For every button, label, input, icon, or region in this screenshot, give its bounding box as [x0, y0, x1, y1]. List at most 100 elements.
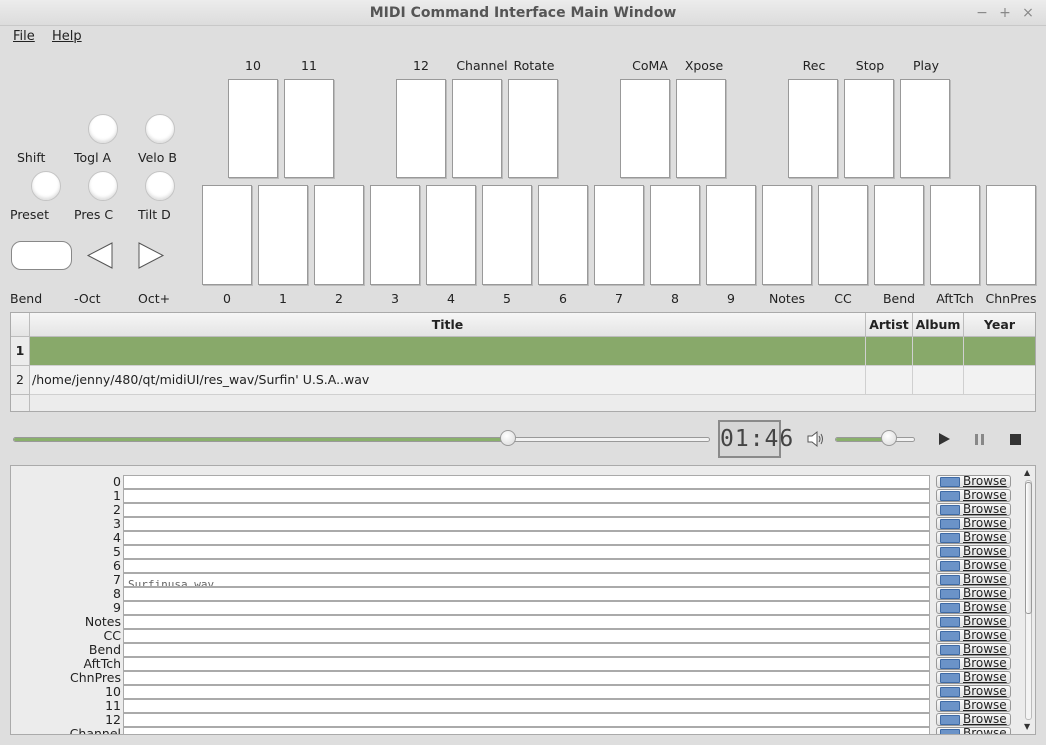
pad-play[interactable] [900, 79, 950, 178]
bend-wheel[interactable] [11, 241, 72, 270]
browse-button[interactable]: Browse [936, 559, 1011, 572]
knob-tilt-d[interactable] [145, 171, 175, 201]
browse-button[interactable]: Browse [936, 727, 1011, 734]
vertical-scrollbar[interactable]: ▲ ▼ [1023, 468, 1034, 732]
pad-2[interactable] [314, 185, 364, 285]
browse-button[interactable]: Browse [936, 629, 1011, 642]
menu-help[interactable]: Help [52, 29, 82, 44]
browse-button[interactable]: Browse [936, 587, 1011, 600]
pad-10[interactable] [228, 79, 278, 178]
volume-slider[interactable] [835, 437, 915, 442]
browse-button[interactable]: Browse [936, 615, 1011, 628]
scrollbar-thumb[interactable] [1025, 482, 1032, 614]
column-header-title[interactable]: Title [30, 313, 866, 337]
browse-button[interactable]: Browse [936, 545, 1011, 558]
browse-button[interactable]: Browse [936, 713, 1011, 726]
file-path-field[interactable] [123, 587, 930, 601]
pad-0[interactable] [202, 185, 252, 285]
row-header-1[interactable]: 1 [11, 337, 30, 366]
table-cell-album[interactable] [913, 337, 964, 366]
table-cell-album[interactable] [913, 366, 964, 395]
browse-button[interactable]: Browse [936, 573, 1011, 586]
pad-7[interactable] [594, 185, 644, 285]
knob-pres-c[interactable] [88, 171, 118, 201]
file-path-field[interactable] [123, 685, 930, 699]
column-header-album[interactable]: Album [913, 313, 964, 337]
browse-button[interactable]: Browse [936, 671, 1011, 684]
pad-3[interactable] [370, 185, 420, 285]
table-cell-year[interactable] [964, 337, 1035, 366]
pad-6[interactable] [538, 185, 588, 285]
file-path-field[interactable] [123, 643, 930, 657]
file-path-field[interactable] [123, 727, 930, 734]
browse-button[interactable]: Browse [936, 475, 1011, 488]
file-path-field[interactable] [123, 671, 930, 685]
pad-1[interactable] [258, 185, 308, 285]
pad-chnpres[interactable] [986, 185, 1036, 285]
pad-coma[interactable] [620, 79, 670, 178]
file-path-field[interactable] [123, 699, 930, 713]
scroll-up-icon[interactable]: ▲ [1024, 468, 1030, 477]
pad-cc[interactable] [818, 185, 868, 285]
maximize-icon[interactable]: + [996, 4, 1014, 22]
table-cell-title[interactable] [30, 337, 866, 366]
knob-velo-b[interactable] [145, 114, 175, 144]
pad-8[interactable] [650, 185, 700, 285]
file-path-field[interactable] [123, 517, 930, 531]
browse-button[interactable]: Browse [936, 531, 1011, 544]
file-path-field[interactable] [123, 531, 930, 545]
browse-button[interactable]: Browse [936, 643, 1011, 656]
pad-stop[interactable] [844, 79, 894, 178]
scroll-down-icon[interactable]: ▼ [1024, 722, 1030, 731]
play-icon[interactable] [935, 430, 955, 448]
file-path-field[interactable] [123, 629, 930, 643]
speaker-icon[interactable] [806, 430, 826, 451]
close-icon[interactable]: × [1019, 4, 1037, 22]
pad-notes[interactable] [762, 185, 812, 285]
menu-file[interactable]: File [13, 29, 35, 44]
browse-button[interactable]: Browse [936, 685, 1011, 698]
minimize-icon[interactable]: − [973, 4, 991, 22]
browse-button[interactable]: Browse [936, 601, 1011, 614]
octave-up-arrow-icon[interactable] [137, 241, 165, 270]
pad-bend[interactable] [874, 185, 924, 285]
stop-icon[interactable] [1006, 430, 1026, 448]
pad-afttch[interactable] [930, 185, 980, 285]
pad-rotate[interactable] [508, 79, 558, 178]
pause-icon[interactable] [970, 430, 990, 448]
file-path-field[interactable] [123, 559, 930, 573]
pad-11[interactable] [284, 79, 334, 178]
knob-togl-a[interactable] [88, 114, 118, 144]
file-path-field[interactable]: Surfinusa.wav [123, 573, 930, 587]
pad-12[interactable] [396, 79, 446, 178]
browse-button[interactable]: Browse [936, 699, 1011, 712]
file-path-field[interactable] [123, 601, 930, 615]
file-path-field[interactable] [123, 615, 930, 629]
row-header-2[interactable]: 2 [11, 366, 30, 395]
pad-5[interactable] [482, 185, 532, 285]
seek-slider-handle[interactable] [499, 430, 516, 446]
table-cell-artist[interactable] [866, 337, 913, 366]
knob-preset[interactable] [31, 171, 61, 201]
seek-slider[interactable] [13, 437, 710, 442]
pad-xpose[interactable] [676, 79, 726, 178]
file-path-field[interactable] [123, 657, 930, 671]
table-cell-title[interactable]: /home/jenny/480/qt/midiUI/res_wav/Surfin… [30, 366, 866, 395]
file-path-field[interactable] [123, 545, 930, 559]
table-cell-artist[interactable] [866, 366, 913, 395]
file-path-field[interactable] [123, 713, 930, 727]
browse-button[interactable]: Browse [936, 503, 1011, 516]
column-header-artist[interactable]: Artist [866, 313, 913, 337]
file-path-field[interactable] [123, 489, 930, 503]
browse-button[interactable]: Browse [936, 657, 1011, 670]
pad-channel[interactable] [452, 79, 502, 178]
pad-rec[interactable] [788, 79, 838, 178]
pad-4[interactable] [426, 185, 476, 285]
pad-9[interactable] [706, 185, 756, 285]
browse-button[interactable]: Browse [936, 489, 1011, 502]
file-path-field[interactable] [123, 503, 930, 517]
volume-slider-handle[interactable] [881, 430, 898, 446]
table-cell-year[interactable] [964, 366, 1035, 395]
column-header-year[interactable]: Year [964, 313, 1035, 337]
file-path-field[interactable] [123, 475, 930, 489]
